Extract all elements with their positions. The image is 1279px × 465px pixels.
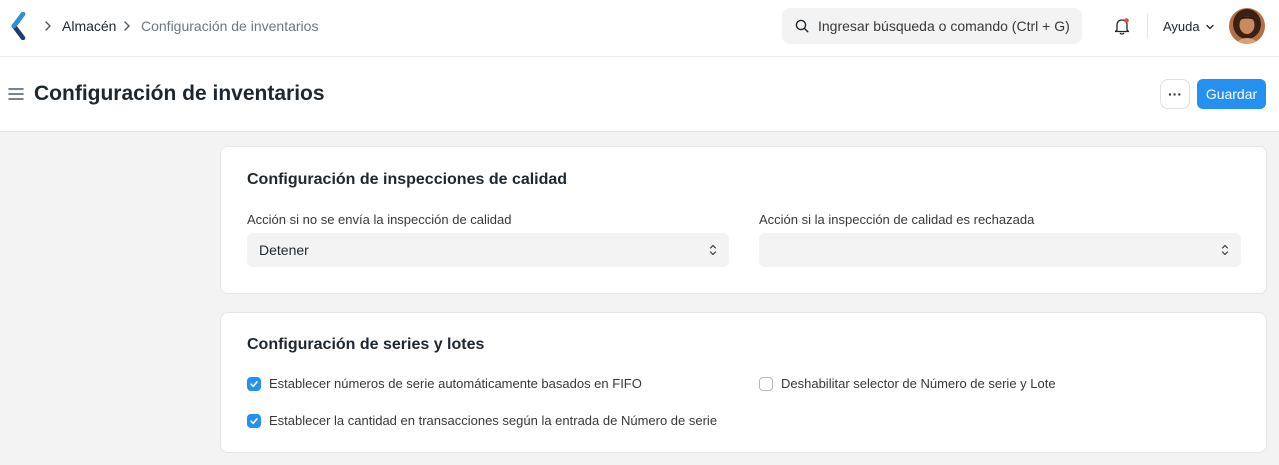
avatar[interactable] <box>1229 8 1265 44</box>
action-not-submitted-select[interactable]: Detener <box>247 233 729 267</box>
action-rejected-select[interactable] <box>759 233 1241 267</box>
hamburger-icon[interactable] <box>8 87 24 101</box>
qty-from-serial-checkbox-row[interactable]: Establecer la cantidad en transacciones … <box>247 413 717 428</box>
checkbox-checked[interactable] <box>247 376 261 391</box>
help-label: Ayuda <box>1163 19 1200 34</box>
checkbox-unchecked[interactable] <box>759 376 773 391</box>
select-arrows-icon <box>1221 244 1229 256</box>
more-actions-button[interactable]: ··· <box>1160 79 1190 109</box>
bell-icon[interactable] <box>1112 16 1132 36</box>
field-label: Acción si no se envía la inspección de c… <box>247 212 512 227</box>
checkbox-label: Establecer números de serie automáticame… <box>269 376 642 391</box>
auto-serial-fifo-checkbox-row[interactable]: Establecer números de serie automáticame… <box>247 376 642 391</box>
page-header: Configuración de inventarios ··· Guardar <box>0 57 1279 132</box>
breadcrumb-configuracion-inventarios[interactable]: Configuración de inventarios <box>141 18 318 34</box>
navbar: Almacén Configuración de inventarios Ayu… <box>0 0 1279 57</box>
search-icon <box>795 19 809 33</box>
serial-batch-section: Configuración de series y lotes Establec… <box>220 312 1267 453</box>
page-title: Configuración de inventarios <box>34 82 325 105</box>
chevron-right-icon <box>45 21 51 31</box>
breadcrumb-almacen[interactable]: Almacén <box>62 18 116 34</box>
checkbox-label: Establecer la cantidad en transacciones … <box>269 413 718 428</box>
app-logo-icon[interactable] <box>10 12 28 40</box>
select-arrows-icon <box>709 244 717 256</box>
disable-serial-selector-checkbox-row[interactable]: Deshabilitar selector de Número de serie… <box>759 376 1056 391</box>
save-button[interactable]: Guardar <box>1197 79 1266 109</box>
field-label: Acción si la inspección de calidad es re… <box>759 212 1035 227</box>
search-bar[interactable] <box>782 8 1082 44</box>
help-dropdown[interactable]: Ayuda <box>1163 19 1215 34</box>
quality-inspection-section: Configuración de inspecciones de calidad… <box>220 146 1267 294</box>
navbar-divider <box>1147 14 1148 38</box>
checkmark-icon <box>250 417 258 424</box>
chevron-right-icon <box>124 21 130 31</box>
chevron-down-icon <box>1205 24 1214 29</box>
select-value: Detener <box>259 242 309 258</box>
section-title: Configuración de inspecciones de calidad <box>247 171 568 188</box>
checkbox-checked[interactable] <box>247 413 261 428</box>
search-input[interactable] <box>818 8 1076 44</box>
section-title: Configuración de series y lotes <box>247 336 485 353</box>
checkmark-icon <box>250 380 258 387</box>
checkbox-label: Deshabilitar selector de Número de serie… <box>781 376 1056 391</box>
